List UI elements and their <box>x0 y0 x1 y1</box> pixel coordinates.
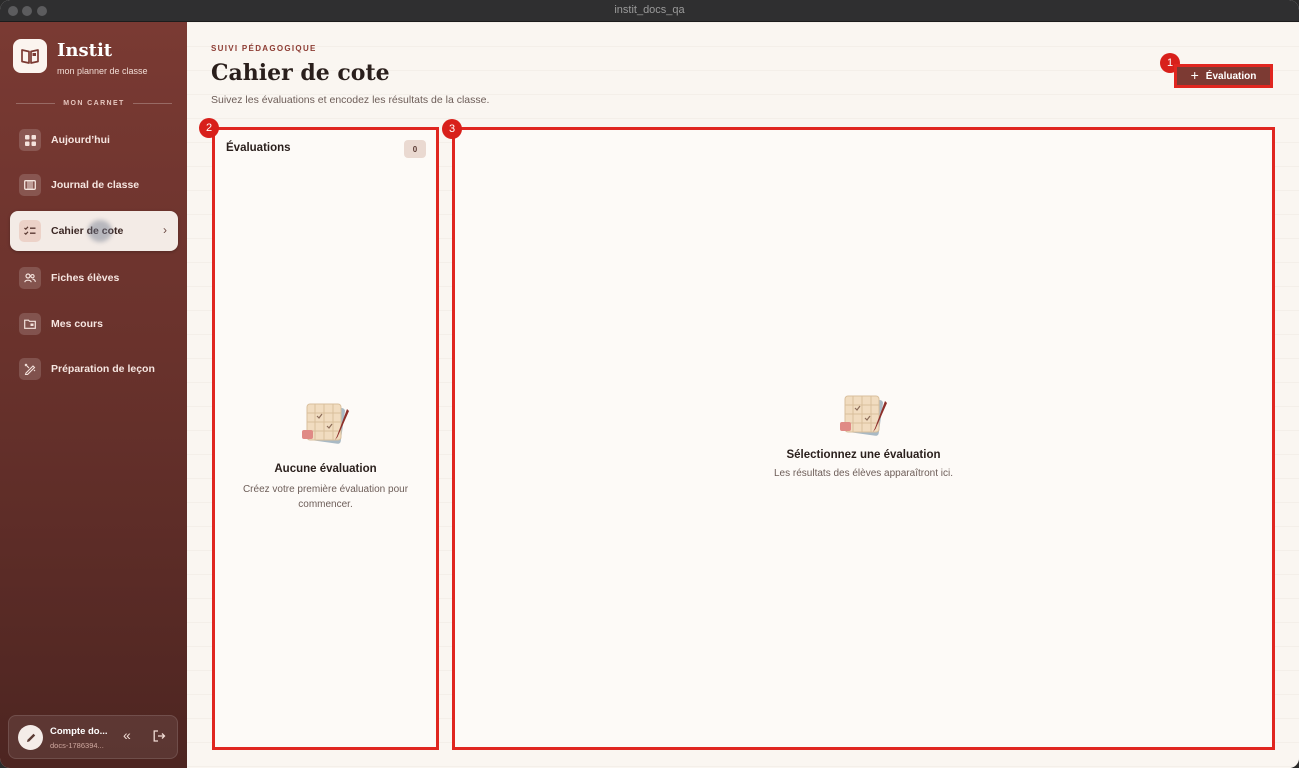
annotation-marker-3: 3 <box>442 119 462 139</box>
page-subtitle: Suivez les évaluations et encodez les ré… <box>211 94 490 106</box>
app-name: Instit <box>57 40 113 61</box>
sidebar-item-label: Journal de classe <box>51 179 140 191</box>
gradebook-illustration-icon <box>837 392 891 445</box>
evaluations-empty-state: Aucune évaluation Créez votre première é… <box>215 400 436 512</box>
evaluations-count-badge: 0 <box>404 140 426 158</box>
add-evaluation-button[interactable]: + Évaluation <box>1174 64 1273 88</box>
sidebar-item-journal[interactable]: Journal de classe <box>10 165 178 205</box>
app-window: instit_docs_qa Instit mon planner de cla… <box>0 0 1299 768</box>
add-evaluation-label: Évaluation <box>1205 70 1257 82</box>
sidebar-item-label: Fiches élèves <box>51 272 120 284</box>
results-empty-title: Sélectionnez une évaluation <box>786 449 941 461</box>
results-panel: Sélectionnez une évaluation Les résultat… <box>452 127 1275 750</box>
app-subtitle: mon planner de classe <box>57 66 148 76</box>
plus-icon: + <box>1190 67 1199 83</box>
page-title: Cahier de cote <box>211 60 390 86</box>
sidebar-item-label: Aujourd’hui <box>51 134 110 146</box>
window-title: instit_docs_qa <box>614 4 685 16</box>
avatar[interactable] <box>18 725 43 750</box>
evaluations-empty-title: Aucune évaluation <box>274 463 377 475</box>
checklist-icon <box>19 220 41 242</box>
collapse-sidebar-icon[interactable]: « <box>123 727 131 743</box>
main-content: SUIVI PÉDAGOGIQUE Cahier de cote Suivez … <box>187 22 1299 768</box>
sidebar-item-aujourdhui[interactable]: Aujourd’hui <box>10 120 178 160</box>
mouse-cursor <box>88 220 112 242</box>
sidebar-item-cahier-de-cote[interactable]: Cahier de cote › <box>10 211 178 251</box>
sidebar-item-label: Préparation de leçon <box>51 363 155 375</box>
sidebar: Instit mon planner de classe MON CARNET … <box>0 22 187 768</box>
results-empty-state: Sélectionnez une évaluation Les résultat… <box>455 392 1272 481</box>
evaluations-panel: Évaluations 0 Aucune évaluation Créez vo… <box>212 127 439 750</box>
grid-icon <box>19 129 41 151</box>
page-eyebrow: SUIVI PÉDAGOGIQUE <box>211 44 317 53</box>
sidebar-item-label: Mes cours <box>51 318 103 330</box>
calendar-icon <box>19 174 41 196</box>
account-name: Compte do... <box>50 726 108 737</box>
app-logo-icon <box>13 39 47 73</box>
results-empty-text: Les résultats des élèves apparaîtront ic… <box>774 468 953 479</box>
logout-icon[interactable] <box>153 729 166 747</box>
sidebar-item-fiches-eleves[interactable]: Fiches élèves <box>10 258 178 298</box>
evaluations-empty-text: Créez votre première évaluation pour com… <box>242 484 409 510</box>
section-label: MON CARNET <box>16 100 173 107</box>
pencil-ruler-icon <box>19 358 41 380</box>
folder-icon <box>19 313 41 335</box>
sidebar-item-preparation-lecon[interactable]: Préparation de leçon <box>10 349 178 389</box>
sidebar-item-mes-cours[interactable]: Mes cours <box>10 304 178 344</box>
annotation-marker-2: 2 <box>199 118 219 138</box>
title-bar: instit_docs_qa <box>0 0 1299 22</box>
evaluations-title: Évaluations <box>226 142 291 154</box>
account-panel: Compte do... docs-1786394... « <box>8 715 178 759</box>
chevron-right-icon: › <box>163 223 167 237</box>
account-id: docs-1786394... <box>50 741 104 750</box>
gradebook-illustration-icon <box>299 400 353 453</box>
users-icon <box>19 267 41 289</box>
